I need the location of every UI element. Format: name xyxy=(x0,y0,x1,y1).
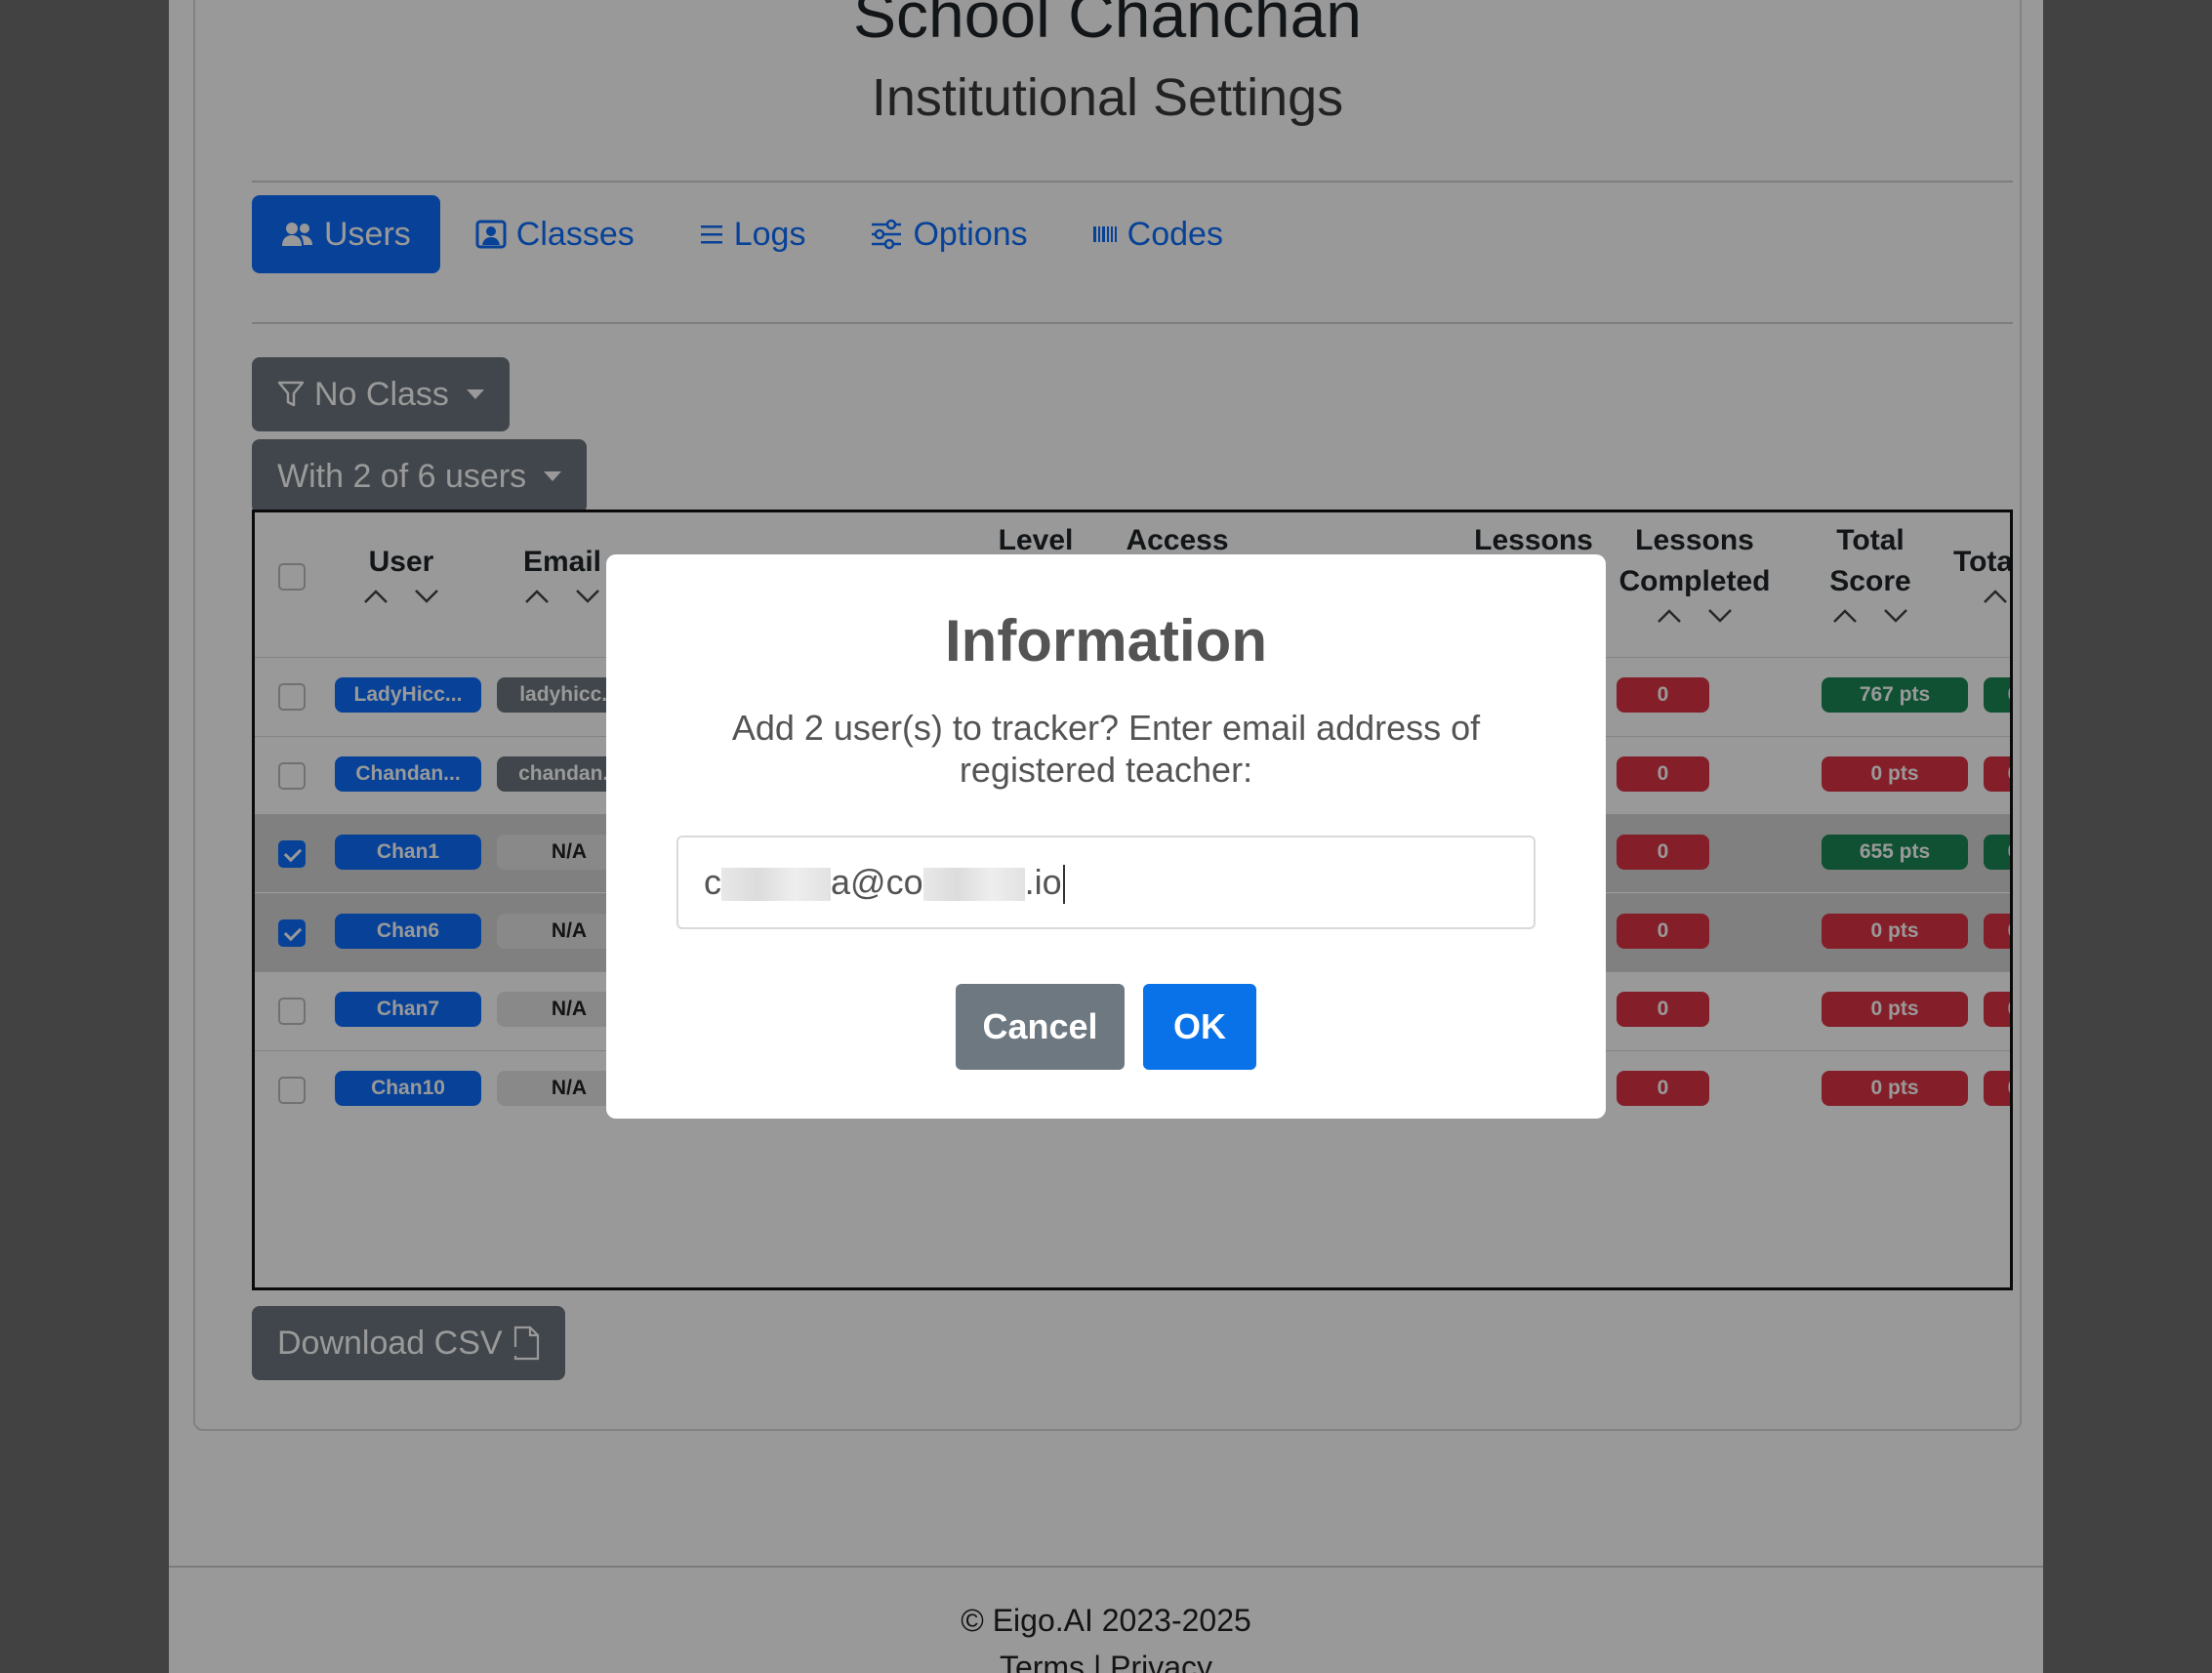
redacted-region xyxy=(721,868,831,902)
redacted-region xyxy=(922,868,1025,902)
dialog-message: Add 2 user(s) to tracker? Enter email ad… xyxy=(731,708,1481,790)
email-text-part: .io xyxy=(1024,862,1062,902)
teacher-email-input[interactable]: c a@co .io xyxy=(676,836,1536,929)
email-text-part: c xyxy=(704,862,721,902)
text-cursor xyxy=(1062,865,1065,905)
email-text-part: a@co xyxy=(831,862,923,902)
dialog-title: Information xyxy=(945,608,1267,673)
cancel-button[interactable]: Cancel xyxy=(956,984,1125,1070)
information-dialog: Information Add 2 user(s) to tracker? En… xyxy=(606,554,1606,1119)
ok-button[interactable]: OK xyxy=(1143,984,1256,1070)
